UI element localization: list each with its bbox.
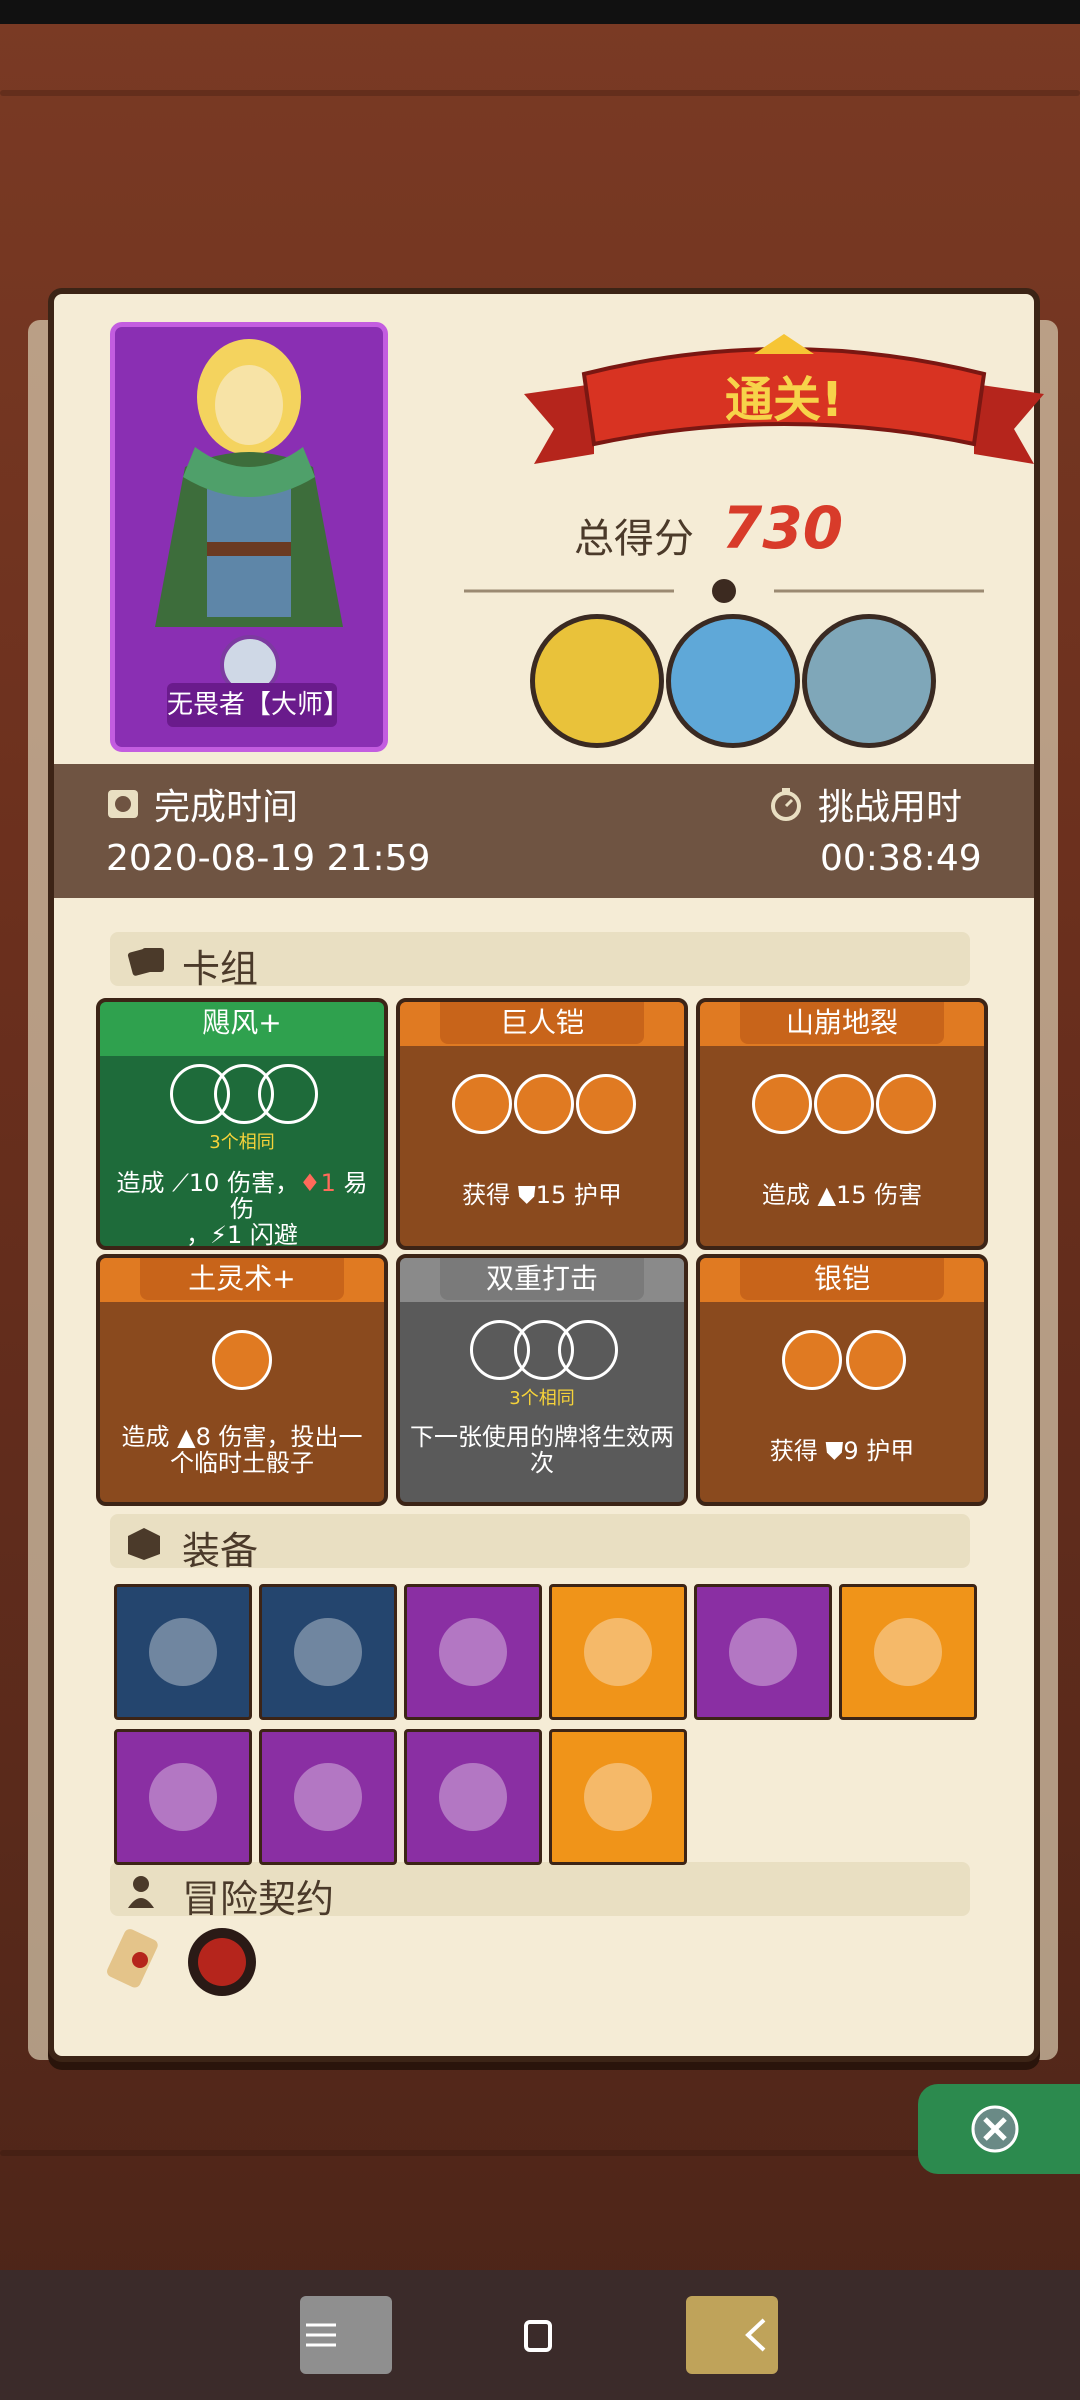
score-value: 730 xyxy=(722,494,844,562)
earth-slot-icon xyxy=(452,1074,512,1134)
calendar-icon xyxy=(108,790,138,818)
equipment-section-header: 装备 xyxy=(110,1514,970,1573)
deck-card[interactable]: 飓风+ 3个相同 造成 ⟋10 伤害，♦1 易伤 ，⚡1 闪避 xyxy=(96,998,388,1250)
card-title: 巨人铠 xyxy=(440,1002,644,1044)
hero-portrait-icon xyxy=(155,339,343,627)
earth-slot-icon xyxy=(576,1074,636,1134)
card-title: 双重打击 xyxy=(440,1258,644,1300)
hero-name: 无畏者【大师】 xyxy=(167,683,349,727)
contract-scroll-icon[interactable] xyxy=(100,1924,172,1996)
home-button[interactable] xyxy=(518,2316,558,2356)
slot-circle xyxy=(258,1064,318,1124)
deck-card[interactable]: 巨人铠 获得 ⛊15 护甲 xyxy=(396,998,688,1250)
deck-section-title: 卡组 xyxy=(182,947,259,991)
diamond-ring-icon[interactable] xyxy=(259,1729,397,1865)
score-label: 总得分 xyxy=(574,516,694,562)
card-desc: 下一张使用的牌将生效两次 xyxy=(410,1423,674,1477)
card-sub: 3个相同 xyxy=(509,1388,575,1409)
earth-slot-icon xyxy=(514,1074,574,1134)
card-desc: 造成 ▲15 伤害 xyxy=(761,1181,923,1209)
card-desc: 造成 ⟋10 伤害，♦1 易伤 ，⚡1 闪避 xyxy=(116,1169,368,1249)
blue-shield-icon[interactable] xyxy=(259,1584,397,1720)
earth-slot-icon xyxy=(212,1330,272,1390)
close-icon xyxy=(971,2105,1019,2153)
ornament-divider xyxy=(464,579,984,603)
card-title: 山崩地裂 xyxy=(740,1002,944,1044)
menu-icon xyxy=(306,2323,336,2347)
deck-card[interactable]: 银铠 获得 ⛊9 护甲 xyxy=(696,1254,988,1506)
menu-button[interactable] xyxy=(300,2296,392,2374)
boss-avatar-elephant-icon[interactable] xyxy=(802,614,936,748)
victory-banner: 通关! xyxy=(524,334,1044,464)
earth-slot-icon xyxy=(782,1330,842,1390)
back-button[interactable] xyxy=(686,2296,778,2374)
finish-time-label: 完成时间 xyxy=(154,787,299,828)
boots-icon[interactable] xyxy=(404,1584,542,1720)
earth-slot-icon xyxy=(876,1074,936,1134)
card-title: 银铠 xyxy=(740,1258,944,1300)
earth-slot-icon xyxy=(752,1074,812,1134)
scroll-icon[interactable] xyxy=(114,1584,252,1720)
card-title: 土灵术+ xyxy=(140,1258,344,1300)
close-button[interactable] xyxy=(918,2084,1080,2174)
wood-grain xyxy=(0,90,1080,96)
finish-time-value: 2020-08-19 21:59 xyxy=(106,838,431,879)
duration-label: 挑战用时 xyxy=(818,787,963,828)
stopwatch-icon xyxy=(771,788,801,821)
contract-section-header: 冒险契约 xyxy=(110,1862,970,1921)
back-icon xyxy=(745,2318,766,2352)
leather-bracer-icon[interactable] xyxy=(114,1729,252,1865)
deck-card[interactable]: 土灵术+ 造成 ▲8 伤害，投出一个临时土骰子 xyxy=(96,1254,388,1506)
boss-avatar-tribal-icon[interactable] xyxy=(666,614,800,748)
status-bar xyxy=(0,0,1080,24)
card-desc: 获得 ⛊15 护甲 xyxy=(462,1181,622,1209)
result-panel: 无畏者【大师】 通关! 总得分 730 完成时间 2020-08-19 21:5… xyxy=(48,288,1044,2062)
cards-icon xyxy=(127,948,164,976)
boss-avatar-wizard-icon[interactable] xyxy=(530,614,664,748)
card-desc: 造成 ▲8 伤害，投出一个临时土骰子 xyxy=(121,1423,363,1477)
vuln-icon: ♦ xyxy=(299,1169,321,1197)
skull-book-icon[interactable] xyxy=(404,1729,542,1865)
gold-ring-icon[interactable] xyxy=(694,1584,832,1720)
pink-orb-key-icon[interactable] xyxy=(549,1584,687,1720)
banner-text: 通关! xyxy=(725,372,843,428)
card-desc: 获得 ⛊9 护甲 xyxy=(769,1437,915,1465)
hero-card[interactable]: 无畏者【大师】 xyxy=(110,322,388,752)
person-icon xyxy=(128,1876,154,1908)
deck-card[interactable]: 双重打击 3个相同 下一张使用的牌将生效两次 xyxy=(396,1254,688,1506)
equipment-section-title: 装备 xyxy=(182,1529,259,1573)
slot-circle xyxy=(558,1320,618,1380)
card-sub: 3个相同 xyxy=(209,1132,275,1153)
navigation-bar xyxy=(0,2270,1080,2400)
card-title: 飓风+ xyxy=(140,1002,344,1044)
contract-seal-icon[interactable] xyxy=(184,1924,260,2000)
phoenix-feather-icon[interactable] xyxy=(549,1729,687,1865)
deck-card[interactable]: 山崩地裂 造成 ▲15 伤害 xyxy=(696,998,988,1250)
info-bar: 完成时间 2020-08-19 21:59 挑战用时 00:38:49 xyxy=(54,764,1034,898)
box-icon xyxy=(128,1528,160,1560)
earth-slot-icon xyxy=(846,1330,906,1390)
duration-value: 00:38:49 xyxy=(820,838,982,879)
earth-slot-icon xyxy=(814,1074,874,1134)
contract-section-title: 冒险契约 xyxy=(182,1877,335,1921)
deck-section-header: 卡组 xyxy=(110,932,970,991)
potion-jar-icon[interactable] xyxy=(839,1584,977,1720)
